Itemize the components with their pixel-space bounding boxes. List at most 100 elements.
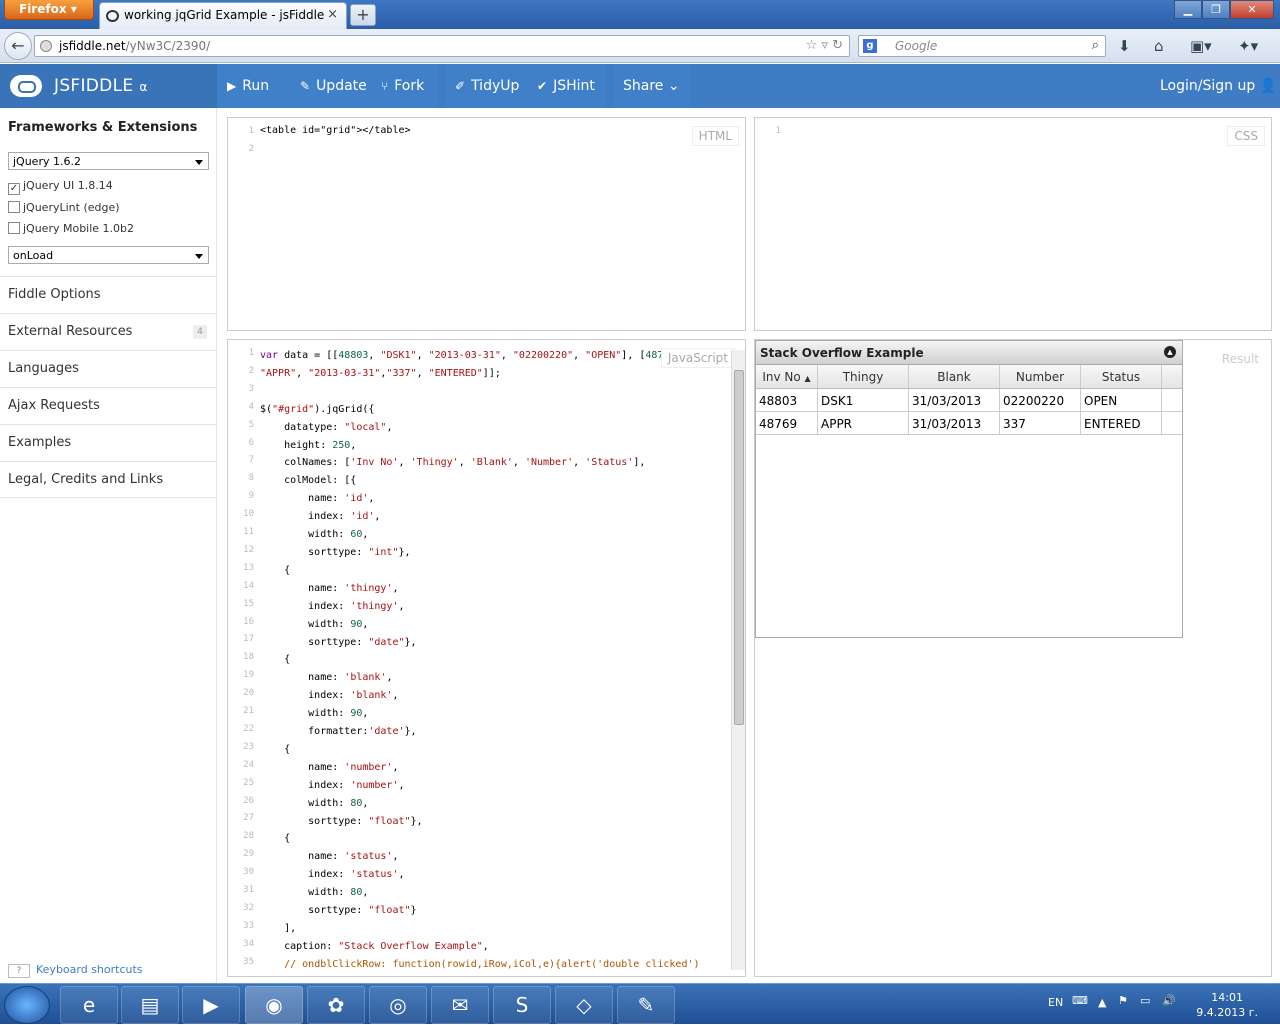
clock-time: 14:01: [1211, 991, 1243, 1004]
line-number: 19: [243, 670, 254, 681]
system-tray: EN ⌨ ▲ ⚑ ▭ 🔊 14:01 9.4.2013 г.: [1040, 984, 1280, 1025]
maximize-icon[interactable]: ❐: [1202, 0, 1230, 19]
line-number: 25: [243, 777, 254, 788]
skype-icon[interactable]: S: [493, 986, 551, 1024]
table-row[interactable]: 48803 DSK1 31/03/2013 02200220 OPEN: [756, 389, 1182, 412]
virtualbox-icon[interactable]: ◇: [555, 986, 613, 1024]
tidyup-button[interactable]: ✐ TidyUp: [445, 64, 527, 108]
jsfiddle-header: JSFIDDLE α ▶ Run ✎ Update ⑂ Fork ✐ TidyUp ✔ JS…: [0, 64, 1280, 108]
network-icon[interactable]: ▭: [1140, 994, 1150, 1007]
addon-icon[interactable]: ✦▾: [1238, 37, 1258, 55]
javascript-code[interactable]: var data = [[48803, "DSK1", "2013-03-31"…: [260, 347, 700, 976]
line-number: 34: [243, 938, 254, 949]
html-panel[interactable]: 1 2 <table id="grid"></table> HTML: [227, 117, 746, 331]
column-header-number[interactable]: Number: [1000, 365, 1081, 388]
bookmarks-icon[interactable]: ▣▾: [1190, 37, 1212, 55]
jshint-button[interactable]: ✔ JSHint: [527, 64, 605, 108]
file-explorer-icon[interactable]: ▤: [121, 986, 179, 1024]
show-hidden-icon[interactable]: ▲: [1098, 996, 1106, 1009]
app-taskbar-icon[interactable]: ✿: [307, 986, 365, 1024]
start-button[interactable]: [4, 986, 50, 1024]
close-tab-icon[interactable]: ×: [327, 7, 338, 22]
line-number: 2: [248, 365, 254, 376]
share-button[interactable]: Share ⌄: [613, 64, 691, 108]
css-panel[interactable]: 1 CSS: [754, 117, 1272, 331]
firefox-menu-button[interactable]: Firefox ▾: [4, 0, 94, 20]
downloads-icon[interactable]: ⬇: [1118, 37, 1131, 55]
table-row[interactable]: 48769 APPR 31/03/2013 337 ENTERED: [756, 412, 1182, 435]
sidebar-item-external-resources[interactable]: External Resources 4: [0, 313, 217, 350]
minimize-icon[interactable]: ▁: [1174, 0, 1202, 19]
login-signup-button[interactable]: Login/Sign up 👤: [1150, 64, 1280, 108]
html-code[interactable]: <table id="grid"></table>: [260, 125, 411, 136]
bookmark-star-icon[interactable]: ☆ ▿ ↻: [806, 38, 843, 53]
line-number: 13: [243, 562, 254, 573]
browser-tab[interactable]: working jqGrid Example - jsFiddle ×: [99, 2, 347, 29]
load-type-select[interactable]: onLoad: [8, 246, 209, 264]
sidebar-item-examples[interactable]: Examples: [0, 424, 217, 461]
system-clock[interactable]: 14:01 9.4.2013 г.: [1196, 990, 1258, 1020]
fork-button[interactable]: ⑂ Fork: [371, 64, 437, 108]
checkbox-checked-icon[interactable]: ✓: [8, 183, 20, 195]
firefox-taskbar-icon[interactable]: ◉: [245, 986, 303, 1024]
scrollbar-thumb[interactable]: [734, 370, 744, 725]
collapse-toggle-icon[interactable]: ▲: [1164, 346, 1176, 358]
run-button[interactable]: ▶ Run: [217, 64, 289, 108]
extension-checkbox-jquerylint[interactable]: jQueryLint (edge): [8, 201, 120, 214]
column-header-blank[interactable]: Blank: [909, 365, 1000, 388]
site-identity-icon[interactable]: [40, 40, 52, 52]
column-header-inv-no[interactable]: Inv No ▲: [756, 365, 818, 388]
table-cell: 02200220: [1000, 389, 1081, 411]
jsfiddle-logo[interactable]: JSFIDDLE α: [0, 64, 217, 108]
action-center-flag-icon[interactable]: ⚑: [1118, 994, 1128, 1007]
language-indicator[interactable]: EN: [1048, 996, 1063, 1009]
line-number: 28: [243, 831, 254, 842]
sidebar-item-ajax-requests[interactable]: Ajax Requests: [0, 387, 217, 424]
internet-explorer-icon[interactable]: e: [60, 986, 118, 1024]
thunderbird-icon[interactable]: ✉: [431, 986, 489, 1024]
line-number: 4: [248, 401, 254, 412]
result-panel: Result Stack Overflow Example ▲ Inv No ▲…: [754, 339, 1272, 977]
line-number: 30: [243, 867, 254, 878]
paint-icon[interactable]: ✎: [617, 986, 675, 1024]
window-titlebar: Firefox ▾ working jqGrid Example - jsFid…: [0, 0, 1280, 29]
table-cell: 337: [1000, 412, 1081, 434]
javascript-scrollbar[interactable]: [731, 350, 745, 970]
extension-checkbox-jqueryui[interactable]: ✓ jQuery UI 1.8.14: [8, 179, 113, 195]
javascript-panel[interactable]: 1 2 3 4 5 6 7 8 9 10 11 12 13 14 15 16 17 18 19 20 21 22 23 24 2…: [227, 339, 746, 977]
volume-icon[interactable]: 🔊: [1162, 994, 1176, 1007]
cloud-logo-icon: [10, 75, 42, 97]
table-cell: DSK1: [818, 389, 909, 411]
chrome-icon[interactable]: ◎: [369, 986, 427, 1024]
extension-checkbox-jquerymobile[interactable]: jQuery Mobile 1.0b2: [8, 222, 134, 235]
sidebar-item-languages[interactable]: Languages: [0, 350, 217, 387]
sidebar-item-legal[interactable]: Legal, Credits and Links: [0, 461, 217, 498]
chevron-down-icon: ⌄: [667, 78, 680, 94]
search-icon[interactable]: ⌕: [1092, 38, 1099, 53]
line-number: 12: [243, 544, 254, 555]
back-arrow-icon[interactable]: ←: [4, 32, 32, 60]
keyboard-shortcuts-link[interactable]: ? Keyboard shortcuts: [8, 963, 143, 978]
line-number: 1: [248, 348, 254, 358]
url-bar[interactable]: jsfiddle.net/yNw3C/2390/ ☆ ▿ ↻: [34, 35, 850, 57]
framework-select[interactable]: jQuery 1.6.2: [8, 152, 209, 170]
column-header-thingy[interactable]: Thingy: [818, 365, 909, 388]
checkbox-icon[interactable]: [8, 201, 20, 213]
column-header-status[interactable]: Status: [1081, 365, 1162, 388]
line-number: 20: [243, 688, 254, 699]
javascript-panel-label: JavaScript: [660, 348, 735, 368]
keyboard-icon[interactable]: ⌨: [1072, 994, 1088, 1007]
line-gutter: 1 2: [228, 118, 256, 330]
home-icon[interactable]: ⌂: [1154, 37, 1164, 55]
line-number: 23: [243, 741, 254, 752]
search-box[interactable]: g Google ⌕: [858, 35, 1106, 57]
new-tab-button[interactable]: +: [350, 4, 376, 26]
line-number: 10: [243, 509, 254, 520]
checkbox-icon[interactable]: [8, 222, 20, 234]
google-engine-icon[interactable]: g: [863, 39, 877, 53]
result-panel-label: Result: [1215, 350, 1265, 368]
media-player-icon[interactable]: ▶: [182, 986, 240, 1024]
update-button[interactable]: ✎ Update: [290, 64, 370, 108]
close-window-icon[interactable]: ✕: [1230, 0, 1274, 19]
sidebar-item-fiddle-options[interactable]: Fiddle Options: [0, 276, 217, 313]
